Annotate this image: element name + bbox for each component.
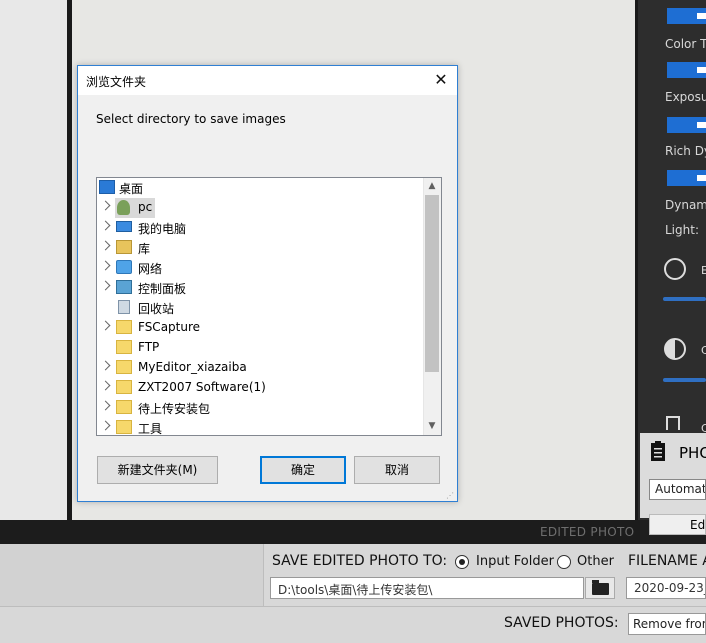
tree-item[interactable]: 工具 <box>97 418 423 436</box>
saved-photos-label: SAVED PHOTOS: <box>504 615 619 631</box>
folder-icon <box>116 380 132 394</box>
library-icon <box>116 240 132 254</box>
tree-item-label: 待上传安装包 <box>138 402 211 416</box>
ok-button[interactable]: 确定 <box>260 456 346 484</box>
folder-icon <box>116 360 132 374</box>
slider-handle[interactable] <box>667 62 706 78</box>
tree-item-label: 工具 <box>138 422 163 436</box>
network-icon <box>116 260 132 274</box>
chevron-right-icon[interactable] <box>100 380 111 391</box>
saved-photos-select[interactable]: Remove from <box>628 613 706 635</box>
exposure-label: Exposu <box>665 90 706 104</box>
chevron-right-icon[interactable] <box>100 320 111 331</box>
tree-item[interactable]: FTP <box>97 338 423 358</box>
tree-item-label: 我的电脑 <box>138 222 187 236</box>
user-icon <box>117 200 130 215</box>
contrast-icon[interactable] <box>664 338 686 360</box>
scroll-thumb[interactable] <box>425 195 439 372</box>
section-divider <box>663 297 706 301</box>
desktop-icon <box>99 180 115 194</box>
input-folder-radio[interactable] <box>455 555 469 569</box>
resize-grip-icon[interactable]: ⋰ <box>446 491 456 501</box>
color-temp-label: Color T <box>665 37 706 51</box>
tree-item[interactable]: MyEditor_xiazaiba <box>97 358 423 378</box>
tree-item[interactable]: ZXT2007 Software(1) <box>97 378 423 398</box>
slider-handle[interactable] <box>667 8 706 24</box>
control-panel-icon <box>116 280 132 294</box>
browse-folder-dialog: 浏览文件夹 ✕ Select directory to save images … <box>77 65 458 502</box>
filename-input[interactable]: 2020-09-23_1 <box>626 577 706 599</box>
folder-icon <box>116 400 132 414</box>
tree-item[interactable]: pc <box>97 198 423 218</box>
folder-icon <box>116 320 132 334</box>
edited-photo-label: EDITED PHOTO <box>540 525 635 539</box>
close-icon[interactable]: ✕ <box>430 69 452 91</box>
cancel-button[interactable]: 取消 <box>354 456 440 484</box>
scroll-up-icon[interactable]: ▲ <box>423 178 441 195</box>
tree-item-label: FSCapture <box>138 320 201 334</box>
tree-item-label: 网络 <box>138 262 163 276</box>
tree-item-label: 控制面板 <box>138 282 187 296</box>
tree-item-label: 桌面 <box>119 182 144 196</box>
save-to-label: SAVE EDITED PHOTO TO: <box>272 553 448 569</box>
rich-dynamic-label: Rich Dy <box>665 144 706 158</box>
browse-folder-button[interactable] <box>585 577 615 599</box>
tree-item[interactable]: 待上传安装包 <box>97 398 423 418</box>
computer-icon <box>116 221 132 232</box>
chevron-right-icon[interactable] <box>100 360 111 371</box>
light-label: Light: <box>665 223 699 237</box>
tree-item[interactable]: 桌面 <box>97 178 423 198</box>
chevron-right-icon[interactable] <box>100 240 111 251</box>
folder-icon <box>116 340 132 354</box>
tree-item[interactable]: FSCapture <box>97 318 423 338</box>
tree-item[interactable]: 回收站 <box>97 298 423 318</box>
chevron-right-icon[interactable] <box>100 400 111 411</box>
tree-item[interactable]: 控制面板 <box>97 278 423 298</box>
crop-icon[interactable] <box>666 416 680 430</box>
aperture-icon[interactable] <box>664 258 686 280</box>
slider-handle[interactable] <box>667 117 706 133</box>
dialog-prompt: Select directory to save images <box>96 112 286 126</box>
chevron-right-icon[interactable] <box>100 200 111 211</box>
tree-item[interactable]: 库 <box>97 238 423 258</box>
filename-label: FILENAME A <box>628 553 706 569</box>
photo-section-title: PHO <box>679 444 706 462</box>
chevron-right-icon[interactable] <box>100 260 111 271</box>
folder-tree[interactable]: 桌面 pc 我的电脑 库 网络 控制面板 回收站 FSCapture FTP M… <box>96 177 442 436</box>
chevron-right-icon[interactable] <box>100 220 111 231</box>
dialog-title: 浏览文件夹 <box>86 75 147 89</box>
save-path-input[interactable]: D:\tools\桌面\待上传安装包\ <box>270 577 584 599</box>
new-folder-button[interactable]: 新建文件夹(M) <box>97 456 218 484</box>
other-label[interactable]: Other <box>577 554 614 569</box>
tree-item-label: pc <box>138 200 153 214</box>
other-radio[interactable] <box>557 555 571 569</box>
tree-item-label: 回收站 <box>138 302 175 316</box>
section-label: C <box>701 344 706 357</box>
tree-item-label: MyEditor_xiazaiba <box>138 360 247 374</box>
dynamic-label: Dynam <box>665 198 706 212</box>
tree-item[interactable]: 我的电脑 <box>97 218 423 238</box>
tree-item-label: FTP <box>138 340 160 354</box>
chevron-right-icon[interactable] <box>100 280 111 291</box>
folder-icon <box>116 420 132 434</box>
tree-item-label: 库 <box>138 242 151 256</box>
slider-handle[interactable] <box>667 170 706 186</box>
recycle-bin-icon <box>118 300 130 314</box>
left-panel <box>0 0 67 520</box>
clipboard-icon <box>651 441 665 461</box>
folder-icon <box>592 580 609 595</box>
section-divider <box>663 378 706 382</box>
chevron-right-icon[interactable] <box>100 420 111 431</box>
mode-select[interactable]: Automat <box>649 479 706 500</box>
scroll-down-icon[interactable]: ▼ <box>423 418 441 435</box>
edit-button[interactable]: Ed <box>649 514 706 535</box>
divider <box>0 606 706 607</box>
input-folder-label[interactable]: Input Folder <box>476 554 554 569</box>
tree-item[interactable]: 网络 <box>97 258 423 278</box>
section-label: E <box>701 264 706 277</box>
tree-item-label: ZXT2007 Software(1) <box>138 380 266 394</box>
save-bar-left <box>0 544 264 606</box>
